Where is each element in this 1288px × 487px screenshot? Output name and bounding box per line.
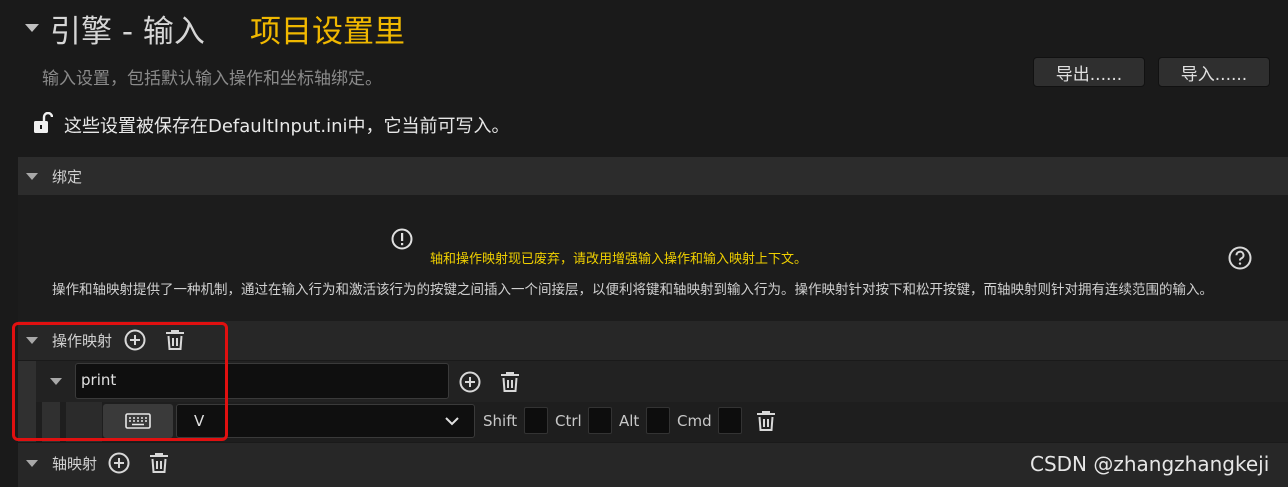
collapse-arrow-icon[interactable] [25,24,39,32]
delete-key-icon[interactable] [754,409,778,433]
section-title: 引擎 - 输入 [50,14,205,50]
deprecation-warning: 轴和操作映射现已废弃，请改用增强输入操作和输入映射上下文。 [430,252,808,267]
alt-label: Alt [619,412,640,430]
shift-checkbox[interactable] [524,407,548,434]
cmd-label: Cmd [677,412,712,430]
bindings-label: 绑定 [52,168,83,186]
shift-label: Shift [483,412,518,430]
expand-arrow-icon[interactable] [26,460,38,467]
import-button[interactable]: 导入...... [1158,57,1270,87]
watermark: CSDN @zhangzhangkeji [1030,452,1270,476]
alt-checkbox[interactable] [646,407,670,434]
delete-mapping-icon[interactable] [498,370,522,394]
ctrl-checkbox[interactable] [588,407,612,434]
help-icon[interactable] [1228,246,1252,270]
section-description: 输入设置，包括默认输入操作和坐标轴绑定。 [42,69,382,89]
delete-all-axis-mappings-icon[interactable] [147,451,171,475]
add-axis-mapping-icon[interactable] [107,451,131,475]
export-button[interactable]: 导出...... [1033,57,1145,87]
unlock-icon[interactable] [33,112,53,134]
ctrl-label: Ctrl [555,412,582,430]
section-subtitle: 项目设置里 [250,14,405,50]
expand-arrow-icon[interactable] [26,173,38,180]
config-save-note: 这些设置被保存在DefaultInput.ini中，它当前可写入。 [64,116,510,137]
warning-icon [391,228,413,250]
highlight-annotation [12,322,228,441]
chevron-down-icon [445,417,459,426]
add-key-icon[interactable] [458,370,482,394]
axis-mappings-label: 轴映射 [52,455,98,473]
bindings-description: 操作和轴映射提供了一种机制，通过在输入行为和激活该行为的按键之间插入一个间接层，… [52,282,1213,298]
cmd-checkbox[interactable] [718,407,742,434]
bindings-header[interactable]: 绑定 [18,157,1288,195]
